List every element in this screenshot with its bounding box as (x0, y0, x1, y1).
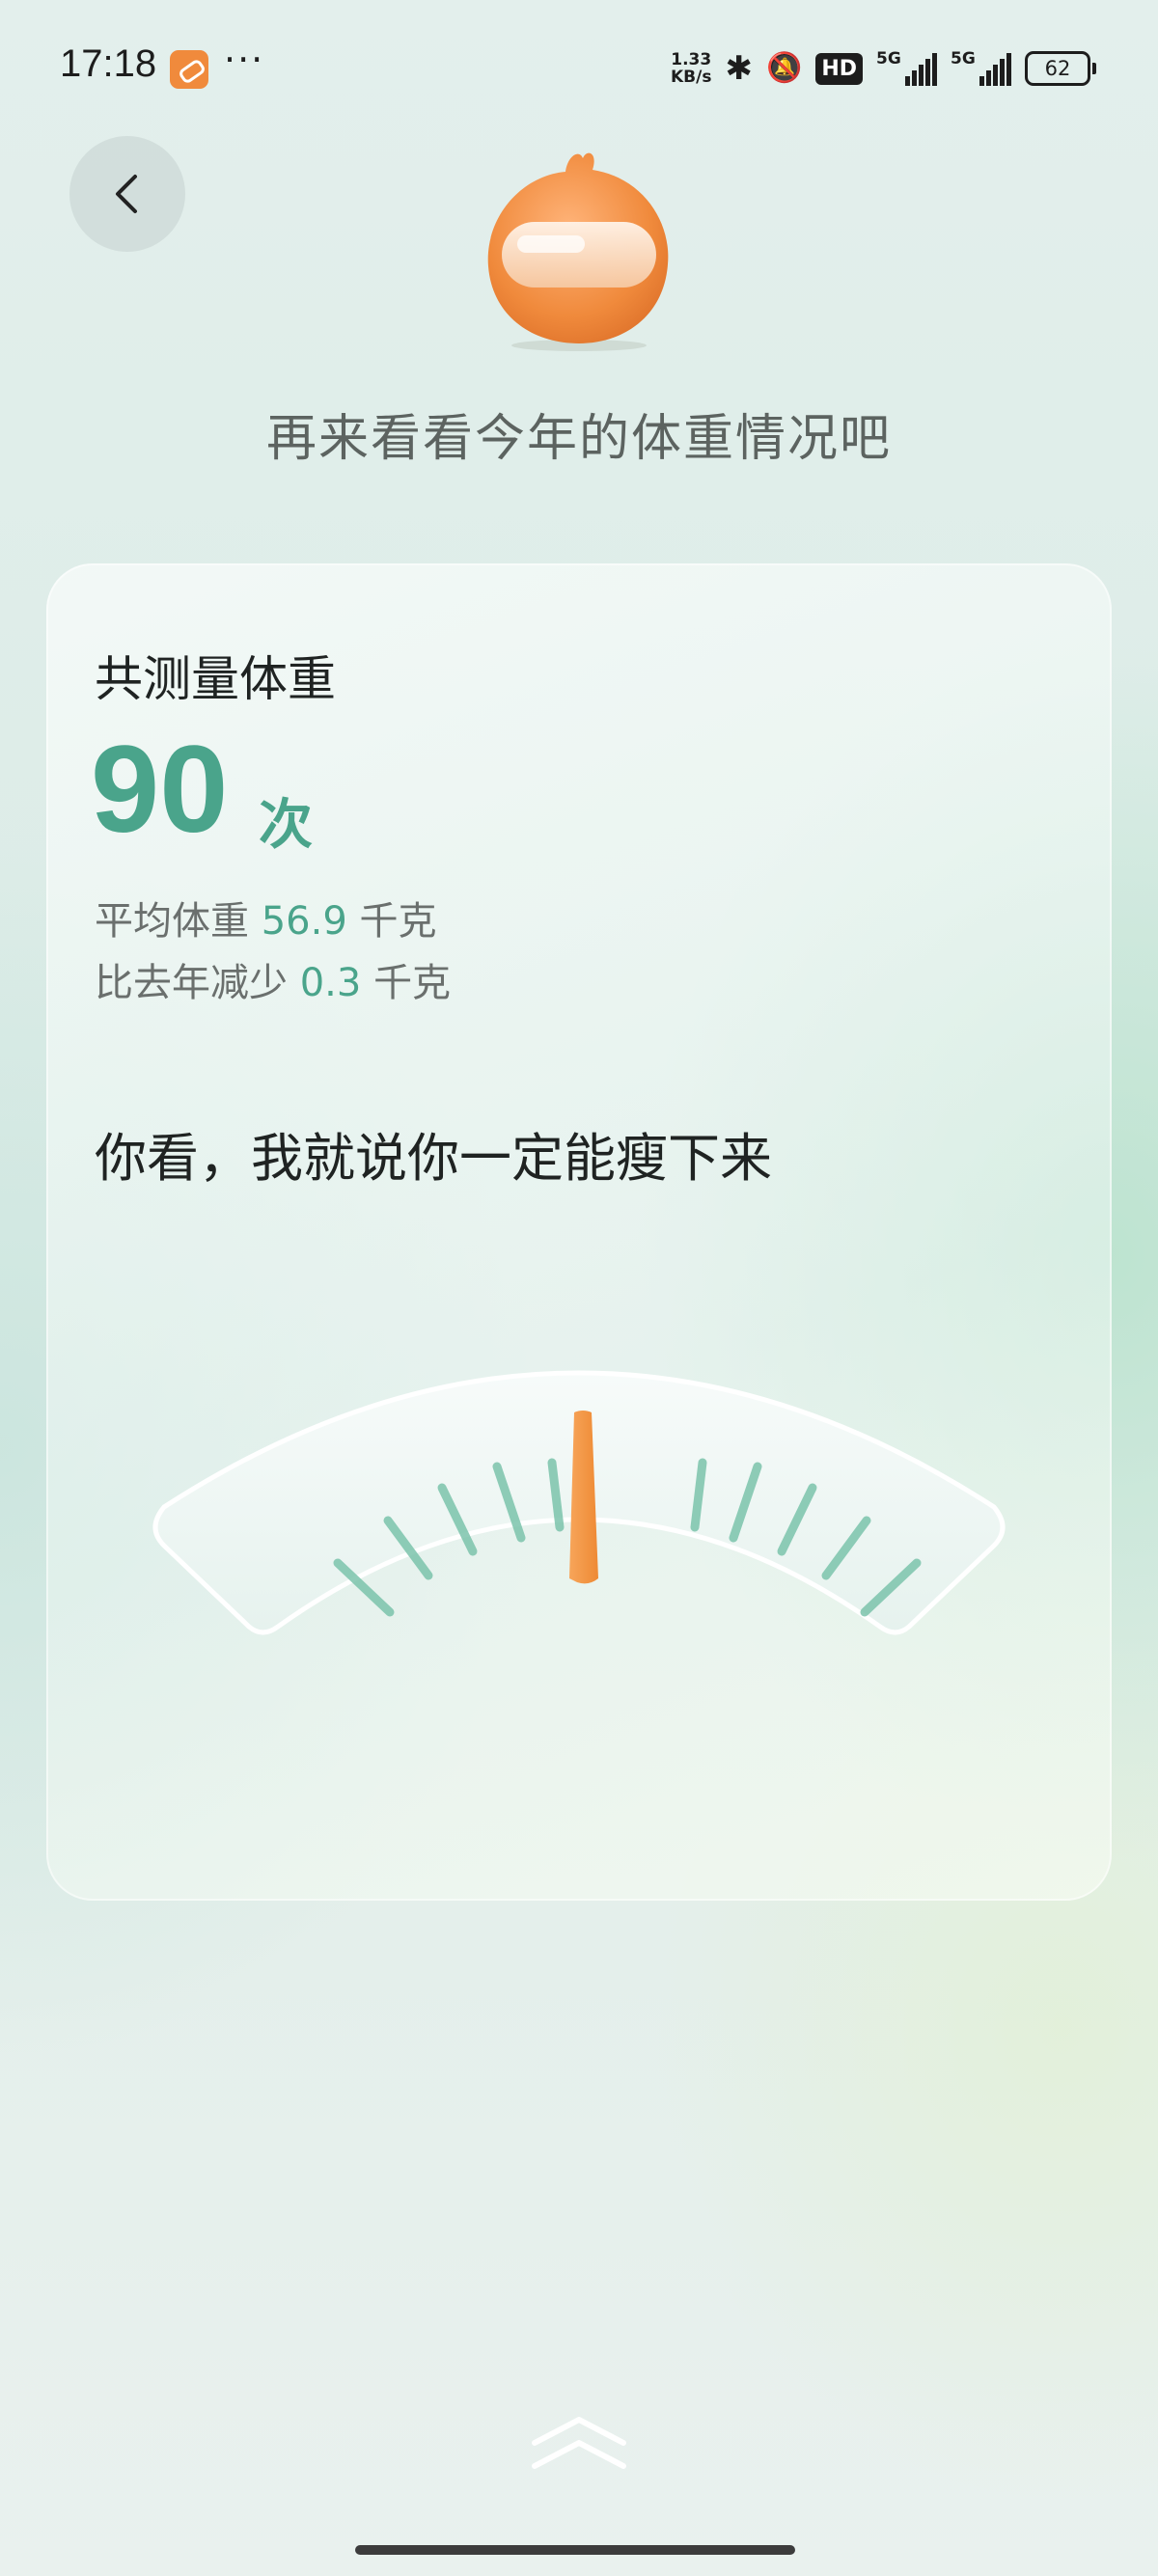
back-button[interactable] (69, 136, 185, 252)
double-chevron-up-icon[interactable] (529, 2414, 629, 2472)
more-notifications-icon: ··· (224, 39, 265, 81)
sim2-network-type: 5G (951, 49, 976, 69)
app-notification-icon (170, 50, 208, 89)
measure-count-value: 90 (91, 721, 229, 859)
home-indicator[interactable] (355, 2545, 795, 2555)
battery-icon: 62 (1025, 51, 1096, 86)
weight-change-value: 0.3 (299, 961, 362, 1005)
page-headline: 再来看看今年的体重情况吧 (265, 410, 892, 468)
scale-gauge-illustration (152, 1370, 1006, 1635)
mascot-icon (487, 152, 669, 351)
network-speed-unit: KB/s (670, 68, 712, 87)
average-weight-value: 56.9 (261, 899, 347, 944)
signal-1-icon: 5G (876, 49, 937, 86)
network-speed: 1.33 KB/s (671, 51, 711, 86)
status-time: 17:18 (60, 42, 157, 85)
average-weight-unit: 千克 (359, 899, 437, 944)
bluetooth-icon: ✱ (725, 49, 753, 88)
sim1-network-type: 5G (876, 49, 901, 69)
hd-voice-icon: HD (815, 52, 863, 85)
weight-change-unit: 千克 (373, 961, 452, 1005)
average-weight-line: 平均体重 56.9 千克 (95, 890, 437, 945)
measure-count-label: 共测量体重 (95, 651, 336, 707)
network-speed-value: 1.33 (671, 50, 712, 69)
status-bar: 17:18 ··· 1.33 KB/s ✱ 🔕 HD 5G 5G 62 (0, 0, 1158, 135)
chevron-left-icon (116, 175, 137, 213)
average-weight-label: 平均体重 (95, 899, 249, 944)
weight-summary-card: 共测量体重 90 次 平均体重 56.9 千克 比去年减少 0.3 千克 你看，… (46, 563, 1112, 1901)
status-indicators: 1.33 KB/s ✱ 🔕 HD 5G 5G 62 (671, 46, 1096, 91)
encouragement-text: 你看，我就说你一定能瘦下来 (95, 1128, 772, 1189)
measure-count-unit: 次 (259, 794, 313, 857)
weight-change-label: 比去年减少 (95, 961, 288, 1005)
silent-bell-icon: 🔕 (765, 51, 803, 85)
signal-2-icon: 5G (951, 49, 1011, 86)
weight-change-line: 比去年减少 0.3 千克 (95, 951, 451, 1007)
